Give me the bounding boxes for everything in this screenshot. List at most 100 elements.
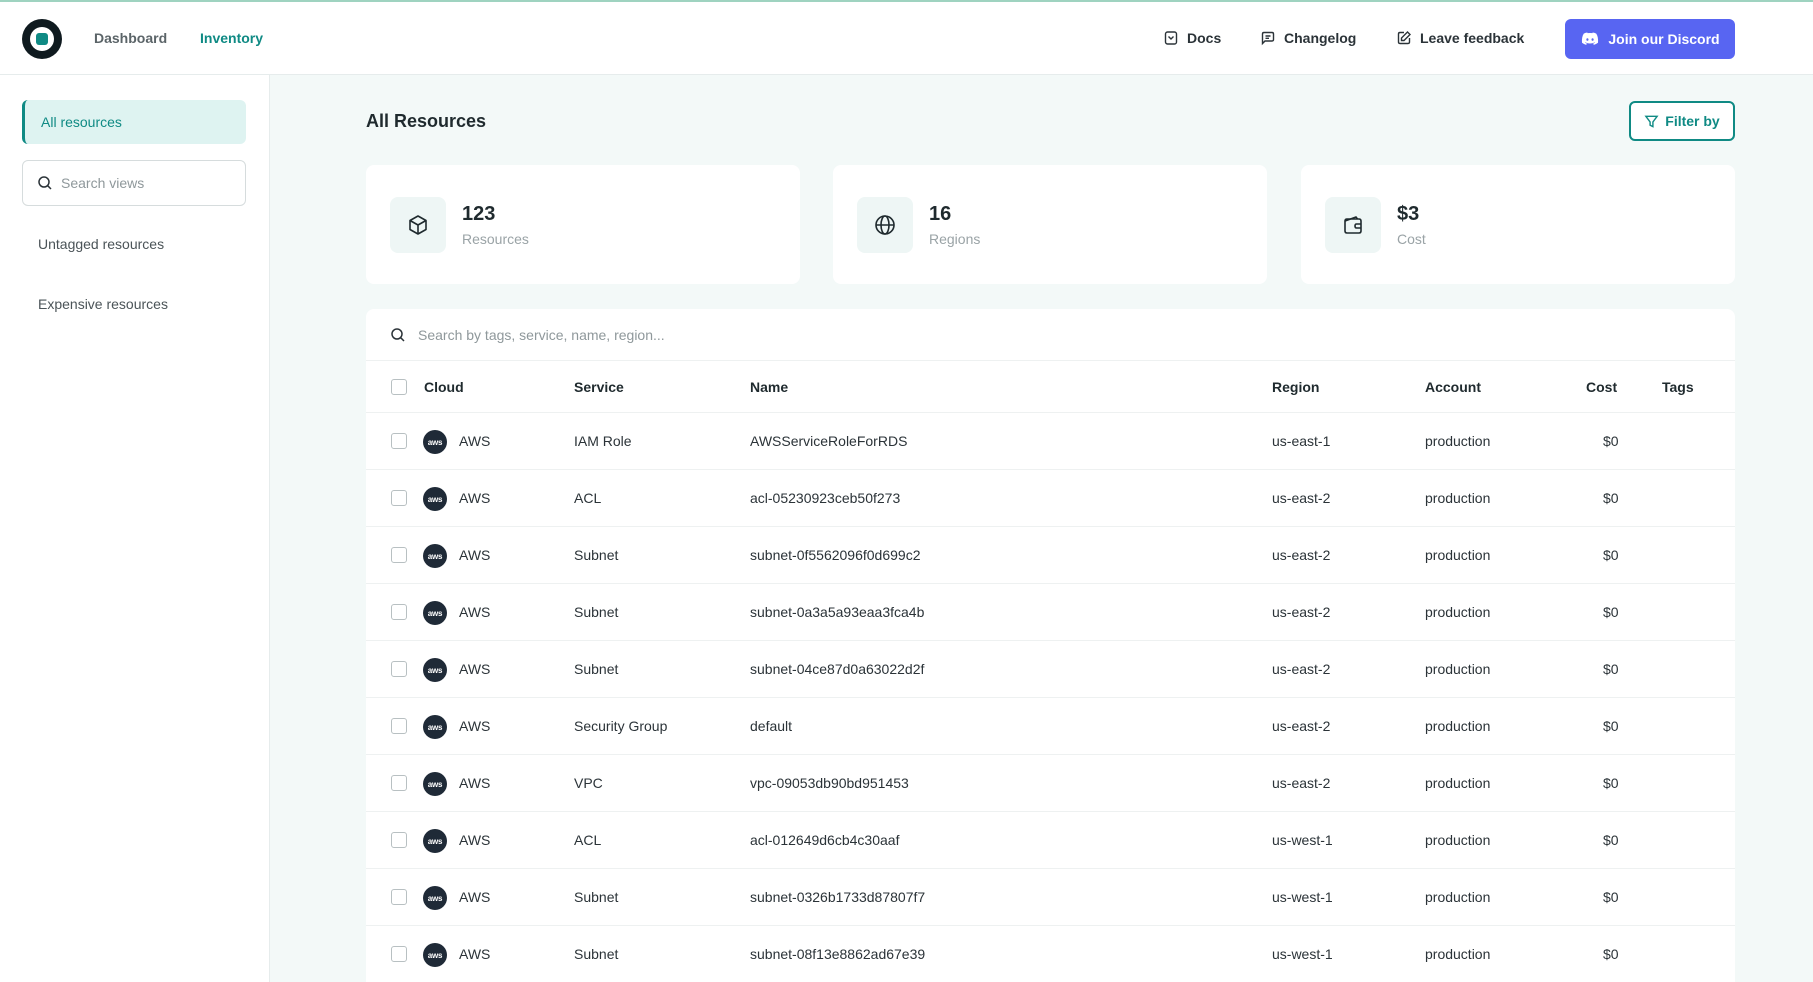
cell-service: Subnet (574, 547, 619, 563)
globe-icon (857, 197, 913, 253)
nav-inventory[interactable]: Inventory (200, 30, 263, 46)
cell-service: Subnet (574, 946, 619, 962)
cell-region: us-east-2 (1272, 661, 1331, 677)
cell-cost: $0 (1603, 775, 1619, 791)
nav-dashboard[interactable]: Dashboard (94, 30, 167, 46)
join-discord-button[interactable]: Join our Discord (1565, 19, 1735, 59)
column-header-account[interactable]: Account (1425, 379, 1481, 395)
cell-cost: $0 (1603, 547, 1619, 563)
cell-name: subnet-0326b1733d87807f7 (750, 889, 926, 905)
column-header-region[interactable]: Region (1272, 379, 1319, 395)
table-row[interactable]: aws AWS Subnet subnet-0326b1733d87807f7 … (366, 869, 1735, 926)
changelog-icon (1261, 31, 1275, 46)
cell-service: Subnet (574, 661, 619, 677)
search-icon (38, 176, 52, 190)
cell-region: us-west-1 (1272, 946, 1333, 962)
row-checkbox[interactable] (391, 661, 407, 677)
top-navbar: Dashboard Inventory Docs Changelog Leave… (0, 2, 1813, 75)
docs-label: Docs (1187, 30, 1222, 46)
cell-cloud: AWS (459, 604, 491, 620)
aws-logo-icon: aws (423, 715, 447, 739)
cell-cost: $0 (1603, 490, 1619, 506)
cell-region: us-east-2 (1272, 604, 1331, 620)
table-row[interactable]: aws AWS Subnet subnet-08f13e8862ad67e39 … (366, 926, 1735, 982)
sidebar-item-all-resources[interactable]: All resources (22, 100, 246, 144)
cell-account: production (1425, 604, 1491, 620)
cell-name: subnet-04ce87d0a63022d2f (750, 661, 925, 677)
wallet-icon (1325, 197, 1381, 253)
row-checkbox[interactable] (391, 547, 407, 563)
stat-label: Cost (1397, 231, 1426, 247)
changelog-link[interactable]: Changelog (1260, 30, 1356, 46)
cell-service: ACL (574, 832, 602, 848)
cell-name: default (750, 718, 793, 734)
cell-region: us-east-2 (1272, 775, 1331, 791)
table-row[interactable]: aws AWS Subnet subnet-0a3a5a93eaa3fca4b … (366, 584, 1735, 641)
column-header-cloud[interactable]: Cloud (424, 379, 464, 395)
table-row[interactable]: aws AWS IAM Role AWSServiceRoleForRDS us… (366, 413, 1735, 470)
cell-cloud: AWS (459, 661, 491, 677)
cell-cost: $0 (1603, 433, 1619, 449)
sidebar-item-untagged[interactable]: Untagged resources (38, 236, 164, 252)
cell-account: production (1425, 775, 1491, 791)
column-header-tags[interactable]: Tags (1662, 379, 1694, 395)
stat-value: 16 (929, 203, 952, 225)
leave-feedback-link[interactable]: Leave feedback (1396, 30, 1524, 46)
row-checkbox[interactable] (391, 433, 407, 449)
row-checkbox[interactable] (391, 604, 407, 620)
cell-cost: $0 (1603, 946, 1619, 962)
cell-service: Subnet (574, 889, 619, 905)
table-row[interactable]: aws AWS Security Group default us-east-2… (366, 698, 1735, 755)
app-logo[interactable] (22, 19, 62, 59)
search-icon (391, 327, 405, 342)
cube-icon (390, 197, 446, 253)
cell-name: subnet-08f13e8862ad67e39 (750, 946, 926, 962)
cell-account: production (1425, 661, 1491, 677)
table-row[interactable]: aws AWS ACL acl-05230923ceb50f273 us-eas… (366, 470, 1735, 527)
row-checkbox[interactable] (391, 718, 407, 734)
filter-by-button[interactable]: Filter by (1629, 101, 1735, 141)
table-row[interactable]: aws AWS Subnet subnet-0f5562096f0d699c2 … (366, 527, 1735, 584)
aws-logo-icon: aws (423, 829, 447, 853)
cell-service: Subnet (574, 604, 619, 620)
table-row[interactable]: aws AWS ACL acl-012649d6cb4c30aaf us-wes… (366, 812, 1735, 869)
cell-region: us-east-2 (1272, 490, 1331, 506)
cell-service: Security Group (574, 718, 668, 734)
cell-name: acl-012649d6cb4c30aaf (750, 832, 900, 848)
cell-name: acl-05230923ceb50f273 (750, 490, 901, 506)
select-all-checkbox[interactable] (391, 379, 407, 395)
cell-cost: $0 (1603, 604, 1619, 620)
stat-card-cost: $3 Cost (1301, 165, 1735, 284)
row-checkbox[interactable] (391, 946, 407, 962)
aws-logo-icon: aws (423, 658, 447, 682)
cell-cloud: AWS (459, 946, 491, 962)
aws-logo-icon: aws (423, 772, 447, 796)
table-search-box (366, 309, 1735, 361)
column-header-name[interactable]: Name (750, 379, 788, 395)
aws-logo-icon: aws (423, 544, 447, 568)
cell-service: ACL (574, 490, 602, 506)
docs-link[interactable]: Docs (1163, 30, 1221, 46)
discord-label: Join our Discord (1608, 31, 1720, 47)
row-checkbox[interactable] (391, 889, 407, 905)
search-views-input[interactable] (61, 175, 231, 191)
column-header-service[interactable]: Service (574, 379, 624, 395)
aws-logo-icon: aws (423, 430, 447, 454)
sidebar-item-expensive[interactable]: Expensive resources (38, 296, 168, 312)
table-search-input[interactable] (418, 326, 1318, 343)
table-row[interactable]: aws AWS Subnet subnet-04ce87d0a63022d2f … (366, 641, 1735, 698)
cell-name: AWSServiceRoleForRDS (750, 433, 908, 449)
cell-account: production (1425, 490, 1491, 506)
resources-table: Cloud Service Name Region Account Cost T… (366, 309, 1735, 982)
sidebar: All resources Untagged resources Expensi… (0, 75, 270, 982)
row-checkbox[interactable] (391, 832, 407, 848)
cell-cloud: AWS (459, 775, 491, 791)
table-row[interactable]: aws AWS VPC vpc-09053db90bd951453 us-eas… (366, 755, 1735, 812)
cell-name: subnet-0f5562096f0d699c2 (750, 547, 921, 563)
search-views-box (22, 160, 246, 206)
discord-icon (1582, 32, 1599, 45)
row-checkbox[interactable] (391, 490, 407, 506)
row-checkbox[interactable] (391, 775, 407, 791)
column-header-cost[interactable]: Cost (1586, 379, 1617, 395)
docs-icon (1164, 31, 1178, 45)
